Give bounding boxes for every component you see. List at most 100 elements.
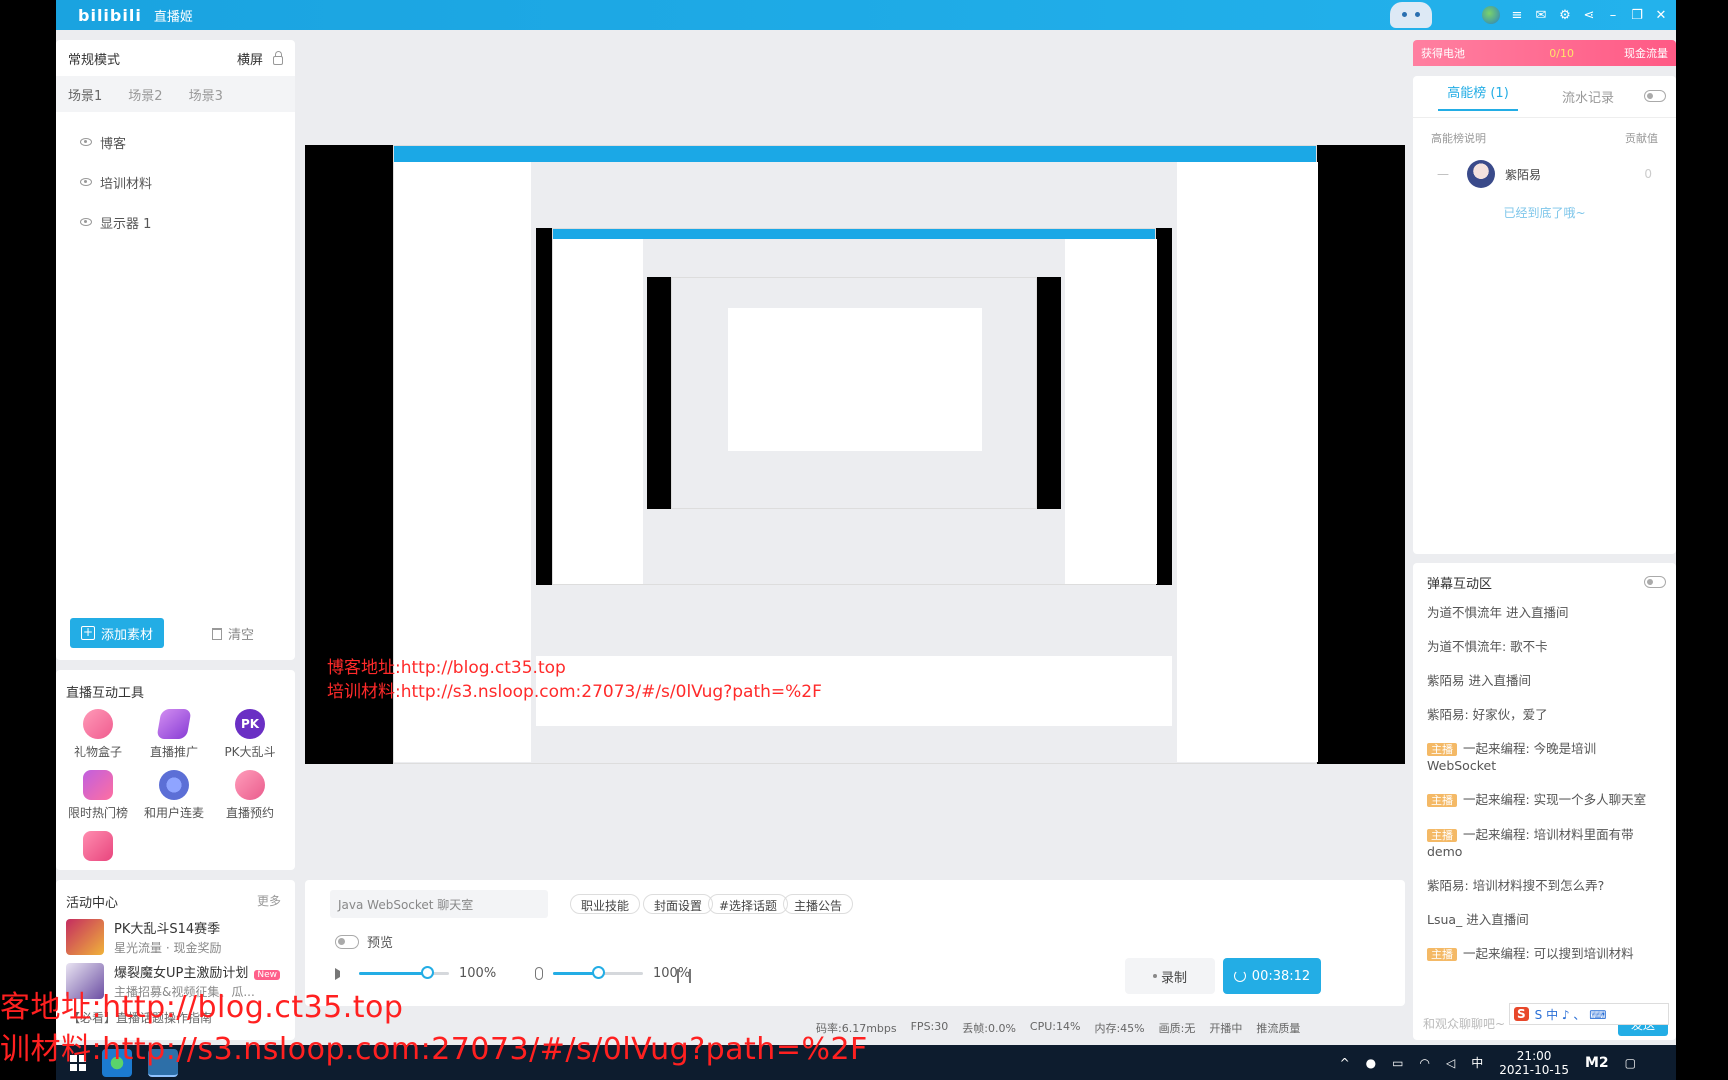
list-item: 为道不惧流年 进入直播间	[1427, 605, 1569, 620]
mic-volume-slider[interactable]	[553, 966, 643, 979]
stream-preview[interactable]: 博客地址:http://blog.ct35.top 培训材料:http://s3…	[305, 145, 1405, 764]
trash-icon	[212, 627, 222, 640]
announcement-button[interactable]: 主播公告	[783, 894, 854, 914]
tab-scene-3[interactable]: 场景3	[189, 85, 223, 104]
topic-input[interactable]: Java WebSocket 聊天室	[330, 890, 548, 918]
plus-icon: +	[80, 625, 95, 640]
cash-flow-link[interactable]: 现金流量	[1624, 45, 1668, 61]
mode-select[interactable]: 常规模式	[68, 49, 237, 68]
host-badge: 主播	[1427, 794, 1457, 807]
activity-item[interactable]: PK大乱斗S14赛季 星光流量 · 现金奖励	[56, 915, 295, 959]
battery-count: 0/10	[1549, 46, 1574, 60]
rank-row[interactable]: — 紫陌易 0	[1413, 158, 1676, 190]
rank-toggle[interactable]	[1644, 90, 1666, 102]
source-item-material[interactable]: 培训材料	[56, 162, 295, 202]
rank-explain-link[interactable]: 高能榜说明	[1431, 130, 1486, 146]
list-item: 主播 一起来编程: 可以搜到培训材料	[1427, 946, 1662, 963]
watermark-blog: 博客地址:http://blog.ct35.top	[327, 658, 566, 678]
tool-pk[interactable]: PK PK大乱斗	[212, 709, 288, 760]
rank-end-text: 已经到底了哦~	[1503, 206, 1586, 220]
speaker-icon[interactable]	[335, 967, 349, 980]
toggle-icon	[335, 934, 359, 949]
source-item-blog[interactable]: 博客	[56, 122, 295, 162]
wifi-icon[interactable]: ◠	[1419, 1056, 1429, 1070]
new-badge: New	[254, 970, 280, 980]
speaker-volume-value: 100%	[459, 966, 497, 981]
source-item-display[interactable]: 显示器 1	[56, 202, 295, 242]
tab-energy-rank[interactable]: 高能榜 (1)	[1423, 82, 1533, 111]
record-button[interactable]: 录制	[1125, 958, 1215, 994]
ime-toolbar[interactable]: S S 中 ♪ 、 ⌨	[1509, 1003, 1669, 1025]
maximize-icon[interactable]: ❐	[1630, 8, 1644, 23]
stream-control-bar: Java WebSocket 聊天室 职业技能 封面设置 #选择话题 主播公告 …	[305, 880, 1405, 1006]
gear-icon[interactable]: ⚙	[1558, 8, 1572, 23]
tab-scene-2[interactable]: 场景2	[128, 85, 162, 104]
list-item: 主播 一起来编程: 今晚是培训WebSocket	[1427, 741, 1597, 773]
list-item: 为道不惧流年: 歌不卡	[1427, 639, 1548, 654]
orientation-toggle[interactable]: 横屏	[237, 49, 263, 68]
source-panel: 常规模式 横屏 场景1 场景2 场景3 博客 培训材料 显示器 1 + 添加素材…	[56, 40, 295, 660]
host-badge: 主播	[1427, 948, 1457, 961]
source-label: 显示器 1	[100, 216, 152, 232]
tool-reservation[interactable]: 直播预约	[212, 770, 288, 821]
tool-hot-rank[interactable]: 限时热门榜	[60, 770, 136, 821]
minimize-icon[interactable]: –	[1606, 8, 1620, 23]
tab-scene-1[interactable]: 场景1	[68, 85, 102, 104]
cover-setting-button[interactable]: 封面设置	[643, 894, 714, 914]
clear-button[interactable]: 清空	[212, 624, 254, 643]
add-source-button[interactable]: + 添加素材	[70, 618, 164, 648]
list-item: 主播 一起来编程: 实现一个多人聊天室	[1427, 792, 1662, 809]
preview-toggle[interactable]: 预览	[335, 932, 393, 951]
rank-panel: 高能榜 (1) 流水记录 高能榜说明 贡献值 — 紫陌易 0 已经到底了哦~	[1413, 76, 1676, 554]
menu-icon[interactable]: ≡	[1510, 8, 1524, 23]
tab-flow-record[interactable]: 流水记录	[1533, 87, 1643, 106]
activity-thumbnail	[66, 919, 104, 955]
mic-icon[interactable]	[535, 967, 543, 980]
close-icon[interactable]: ✕	[1654, 8, 1668, 23]
tool-gift-box[interactable]: 礼物盒子	[60, 709, 136, 760]
lock-icon[interactable]	[273, 50, 283, 65]
camera-icon	[159, 770, 189, 800]
system-tray: ^ ● ▭ ◠ ◁ 中 21:00 2021-10-15 M2 ▢	[1340, 1049, 1636, 1077]
mascot-icon	[1390, 2, 1432, 28]
source-label: 培训材料	[100, 176, 153, 192]
battery-label[interactable]: 获得电池	[1421, 45, 1549, 61]
tool-promote[interactable]: 直播推广	[136, 709, 212, 760]
tool-connect-user[interactable]: 和用户连麦	[136, 770, 212, 821]
mail-icon[interactable]: ✉	[1534, 8, 1548, 23]
gift-icon	[83, 709, 113, 739]
notification-icon[interactable]: ▢	[1625, 1056, 1636, 1070]
tag-skill-button[interactable]: 职业技能	[570, 894, 641, 914]
chevron-up-icon[interactable]: ^	[1340, 1056, 1350, 1070]
scene-tabs: 场景1 场景2 场景3	[56, 76, 295, 112]
activity-more-link[interactable]: 更多	[257, 892, 281, 911]
avatar-icon[interactable]	[1482, 6, 1500, 24]
rank-column-header: 贡献值	[1625, 132, 1658, 145]
clock[interactable]: 21:00 2021-10-15	[1499, 1049, 1569, 1077]
mixer-icon[interactable]	[677, 969, 691, 983]
tools-title: 直播互动工具	[66, 686, 145, 701]
topic-select-button[interactable]: #选择话题	[708, 894, 789, 914]
battery-icon[interactable]: ▭	[1392, 1056, 1403, 1070]
mic-tray-icon[interactable]: ●	[1366, 1056, 1376, 1070]
eye-icon[interactable]	[80, 218, 92, 226]
list-item: 紫陌易 进入直播间	[1427, 673, 1531, 688]
eye-icon[interactable]	[80, 138, 92, 146]
ime-indicator[interactable]: 中	[1471, 1054, 1483, 1071]
stop-live-button[interactable]: 00:38:12	[1223, 958, 1321, 994]
danmaku-title: 弹幕互动区	[1427, 576, 1493, 592]
danmaku-toggle[interactable]	[1644, 576, 1666, 588]
power-icon	[1233, 970, 1246, 982]
eye-icon[interactable]	[80, 178, 92, 186]
tool-check[interactable]	[60, 831, 136, 865]
window-controls: ≡ ✉ ⚙ ⋖ – ❐ ✕	[1482, 0, 1668, 30]
check-icon	[83, 831, 113, 861]
speaker-volume-slider[interactable]	[359, 966, 449, 979]
m2-icon[interactable]: M2	[1585, 1055, 1609, 1071]
list-item: 紫陌易: 好家伙，爱了	[1427, 707, 1548, 722]
battery-banner: 获得电池 0/10 现金流量	[1413, 40, 1676, 66]
pk-icon: PK	[235, 709, 265, 739]
live-app-window: bilibili 直播姬 ≡ ✉ ⚙ ⋖ – ❐ ✕ 常规模式 横屏 场景1 场…	[56, 0, 1676, 1045]
share-icon[interactable]: ⋖	[1582, 8, 1596, 23]
volume-icon[interactable]: ◁	[1446, 1056, 1455, 1070]
